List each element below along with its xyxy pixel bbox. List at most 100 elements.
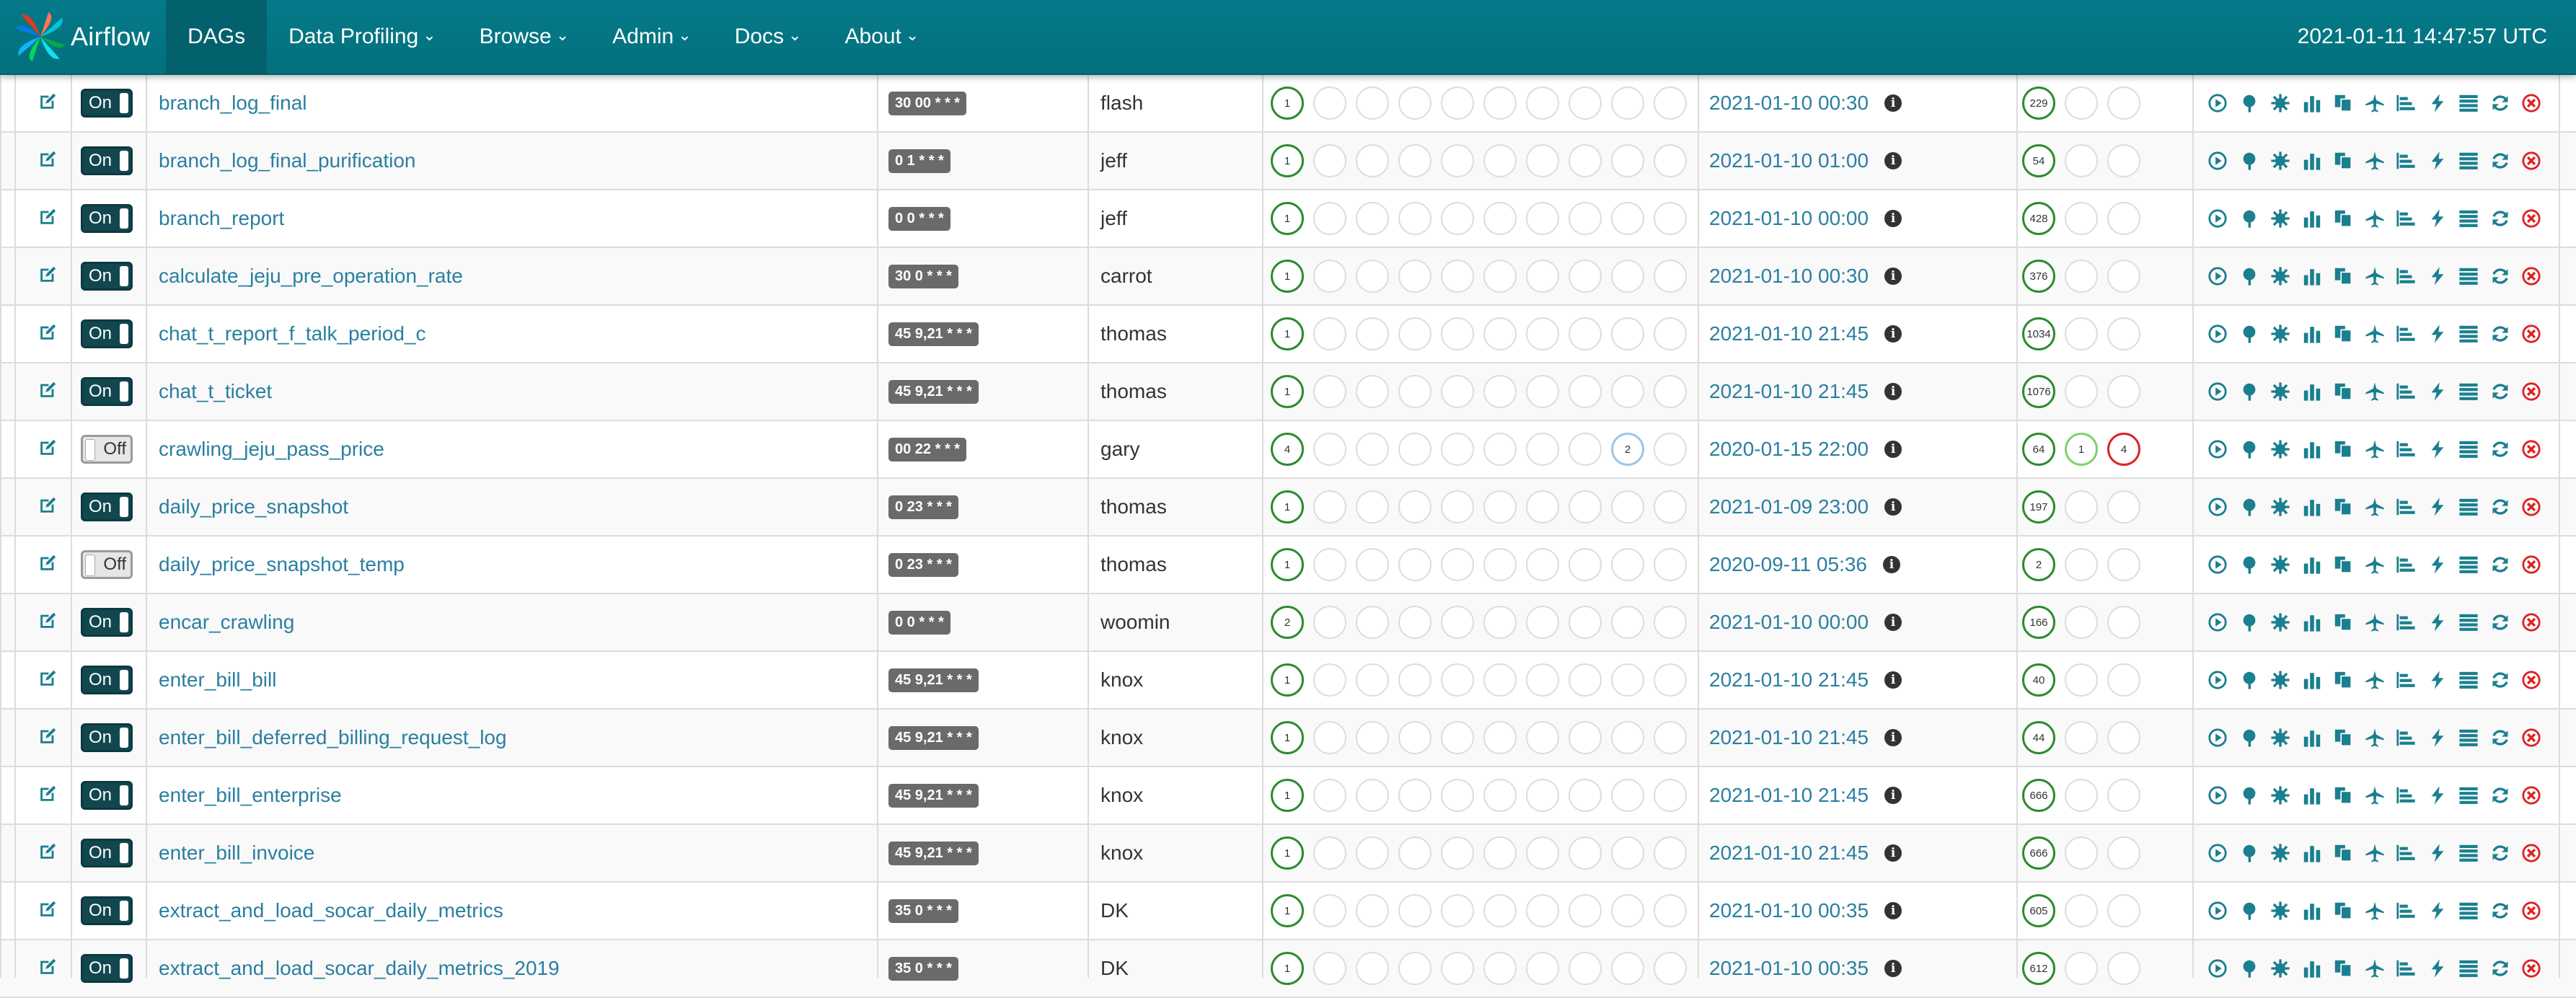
dag-name-link[interactable]: extract_and_load_socar_daily_metrics_201… — [159, 940, 560, 997]
edit-icon[interactable] — [38, 899, 58, 923]
task-state-circle[interactable] — [1526, 894, 1559, 927]
dag-run-state-circle[interactable]: 54 — [2022, 144, 2055, 177]
task-state-circle[interactable] — [1483, 548, 1517, 581]
landing-times-icon[interactable] — [2364, 785, 2386, 806]
last-run-link[interactable]: 2021-01-10 21:45 — [1709, 726, 1869, 749]
landing-times-icon[interactable] — [2364, 92, 2386, 114]
task-state-circle[interactable] — [1356, 87, 1389, 120]
tree-view-icon[interactable] — [2238, 958, 2260, 979]
gantt-icon[interactable] — [2395, 958, 2417, 979]
task-state-circle[interactable]: 1 — [1271, 836, 1304, 870]
trigger-dag-icon[interactable] — [2207, 727, 2228, 748]
task-tries-icon[interactable] — [2332, 438, 2354, 460]
task-state-circle[interactable] — [1313, 779, 1346, 812]
task-state-circle[interactable] — [1611, 952, 1644, 985]
delete-icon[interactable] — [2520, 323, 2542, 345]
dag-run-state-circle[interactable] — [2065, 317, 2098, 350]
task-state-circle[interactable] — [1441, 721, 1474, 754]
dag-name-link[interactable]: daily_price_snapshot_temp — [159, 536, 405, 593]
duration-chart-icon[interactable] — [2301, 208, 2323, 229]
task-state-circle[interactable] — [1313, 663, 1346, 697]
code-view-icon[interactable] — [2427, 669, 2448, 691]
graph-view-icon[interactable] — [2270, 323, 2291, 345]
task-state-circle[interactable] — [1654, 548, 1687, 581]
task-state-circle[interactable] — [1398, 606, 1432, 639]
task-state-circle[interactable] — [1441, 260, 1474, 293]
dag-run-state-circle[interactable] — [2107, 144, 2140, 177]
refresh-icon[interactable] — [2489, 323, 2511, 345]
landing-times-icon[interactable] — [2364, 958, 2386, 979]
task-state-circle[interactable] — [1398, 836, 1432, 870]
task-state-circle[interactable]: 2 — [1611, 433, 1644, 466]
task-state-circle[interactable] — [1654, 490, 1687, 524]
gantt-icon[interactable] — [2395, 208, 2417, 229]
gantt-icon[interactable] — [2395, 381, 2417, 402]
task-tries-icon[interactable] — [2332, 92, 2354, 114]
refresh-icon[interactable] — [2489, 150, 2511, 172]
task-state-circle[interactable] — [1526, 433, 1559, 466]
task-state-circle[interactable] — [1483, 87, 1517, 120]
dag-on-off-toggle[interactable]: On — [81, 723, 133, 752]
task-state-circle[interactable]: 1 — [1271, 202, 1304, 235]
refresh-icon[interactable] — [2489, 438, 2511, 460]
dag-run-state-circle[interactable] — [2107, 779, 2140, 812]
dag-on-off-toggle[interactable]: On — [81, 146, 133, 175]
task-state-circle[interactable] — [1356, 317, 1389, 350]
gantt-icon[interactable] — [2395, 265, 2417, 287]
info-icon[interactable]: i — [1884, 325, 1902, 343]
landing-times-icon[interactable] — [2364, 438, 2386, 460]
task-state-circle[interactable] — [1483, 779, 1517, 812]
graph-view-icon[interactable] — [2270, 785, 2291, 806]
edit-icon[interactable] — [38, 207, 58, 231]
refresh-icon[interactable] — [2489, 92, 2511, 114]
dag-run-state-circle[interactable] — [2065, 548, 2098, 581]
refresh-icon[interactable] — [2489, 727, 2511, 748]
refresh-icon[interactable] — [2489, 381, 2511, 402]
last-run-link[interactable]: 2021-01-09 23:00 — [1709, 495, 1869, 518]
graph-view-icon[interactable] — [2270, 150, 2291, 172]
task-state-circle[interactable]: 1 — [1271, 952, 1304, 985]
dag-run-state-circle[interactable]: 1034 — [2022, 317, 2055, 350]
delete-icon[interactable] — [2520, 842, 2542, 864]
edit-icon[interactable] — [38, 265, 58, 288]
task-state-circle[interactable] — [1483, 952, 1517, 985]
dag-on-off-toggle[interactable]: On — [81, 666, 133, 694]
trigger-dag-icon[interactable] — [2207, 496, 2228, 518]
dag-run-state-circle[interactable] — [2065, 490, 2098, 524]
task-state-circle[interactable] — [1654, 952, 1687, 985]
landing-times-icon[interactable] — [2364, 496, 2386, 518]
task-state-circle[interactable] — [1398, 663, 1432, 697]
dag-run-state-circle[interactable]: 64 — [2022, 433, 2055, 466]
task-state-circle[interactable] — [1356, 433, 1389, 466]
trigger-dag-icon[interactable] — [2207, 381, 2228, 402]
refresh-icon[interactable] — [2489, 842, 2511, 864]
tree-view-icon[interactable] — [2238, 92, 2260, 114]
info-icon[interactable]: i — [1884, 671, 1902, 689]
refresh-icon[interactable] — [2489, 669, 2511, 691]
tree-view-icon[interactable] — [2238, 900, 2260, 922]
dag-on-off-toggle[interactable]: On — [81, 781, 133, 810]
dag-run-state-circle[interactable] — [2107, 721, 2140, 754]
duration-chart-icon[interactable] — [2301, 727, 2323, 748]
task-state-circle[interactable] — [1441, 87, 1474, 120]
edit-icon[interactable] — [38, 553, 58, 577]
task-state-circle[interactable]: 1 — [1271, 317, 1304, 350]
nav-browse[interactable]: Browse ⌄ — [458, 0, 591, 74]
task-state-circle[interactable] — [1398, 779, 1432, 812]
task-state-circle[interactable] — [1313, 202, 1346, 235]
dag-name-link[interactable]: enter_bill_bill — [159, 652, 276, 708]
trigger-dag-icon[interactable] — [2207, 150, 2228, 172]
code-view-icon[interactable] — [2427, 208, 2448, 229]
task-state-circle[interactable] — [1569, 721, 1602, 754]
delete-icon[interactable] — [2520, 554, 2542, 575]
graph-view-icon[interactable] — [2270, 92, 2291, 114]
dag-run-state-circle[interactable] — [2065, 144, 2098, 177]
tree-view-icon[interactable] — [2238, 438, 2260, 460]
logs-icon[interactable] — [2458, 208, 2479, 229]
dag-run-state-circle[interactable] — [2107, 87, 2140, 120]
task-state-circle[interactable] — [1313, 87, 1346, 120]
dag-run-state-circle[interactable] — [2107, 606, 2140, 639]
trigger-dag-icon[interactable] — [2207, 611, 2228, 633]
duration-chart-icon[interactable] — [2301, 958, 2323, 979]
duration-chart-icon[interactable] — [2301, 323, 2323, 345]
